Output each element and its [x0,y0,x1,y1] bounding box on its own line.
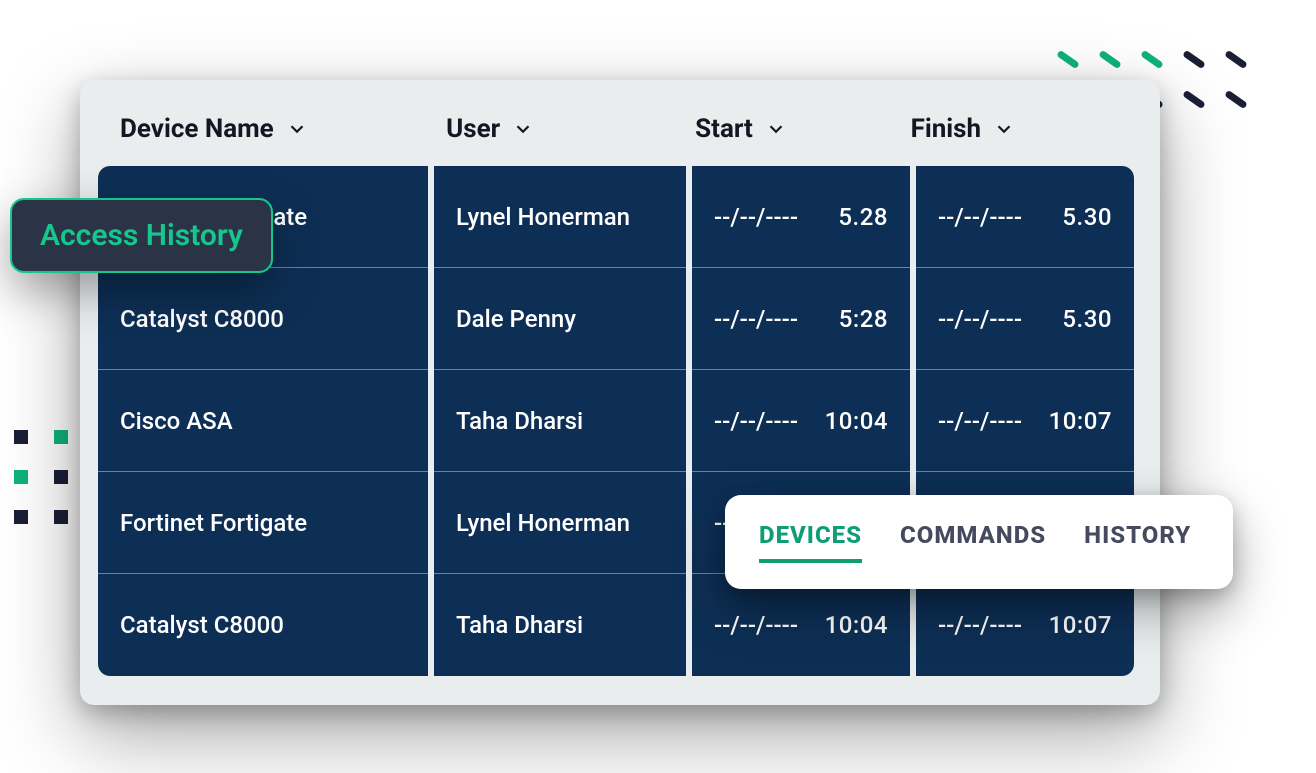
cell-time: 5:28 [839,305,888,333]
access-history-panel: Device Name User Start Finish Fo [80,80,1160,705]
cell-text: Taha Dharsi [456,407,583,435]
cell-finish: --/--/---- 10:07 [916,370,1134,472]
table-row[interactable]: Cisco ASA Taha Dharsi --/--/---- 10:04 --… [98,370,1142,472]
column-header-label: Start [695,114,753,144]
tabs-card: DEVICES COMMANDS HISTORY [725,495,1233,589]
cell-text: Catalyst C8000 [120,305,284,333]
column-header-label: Finish [911,114,982,144]
cell-text: Catalyst C8000 [120,611,284,639]
cell-start: --/--/---- 5:28 [692,268,910,370]
table-row[interactable]: Catalyst C8000 Taha Dharsi --/--/---- 10:… [98,574,1142,676]
tab-history[interactable]: HISTORY [1084,521,1191,563]
column-header-finish[interactable]: Finish [911,114,1126,144]
cell-text: Cisco ASA [120,407,233,435]
cell-date: --/--/---- [938,407,1022,435]
cell-start: --/--/---- 5.28 [692,166,910,268]
tab-commands[interactable]: COMMANDS [900,521,1046,563]
cell-time: 10:04 [825,611,888,639]
cell-time: 10:04 [825,407,888,435]
tab-label: DEVICES [759,521,862,549]
chevron-down-icon [512,118,534,140]
cell-device: Fortinet Fortigate [98,472,428,574]
cell-finish: --/--/---- 10:07 [916,574,1134,676]
table-row[interactable]: Catalyst C8000 Dale Penny --/--/---- 5:28… [98,268,1142,370]
cell-time: 10:07 [1049,611,1112,639]
column-header-label: User [446,114,500,144]
cell-device: Catalyst C8000 [98,574,428,676]
cell-time: 5.28 [838,203,888,231]
cell-start: --/--/---- 10:04 [692,574,910,676]
column-header-device[interactable]: Device Name [120,114,446,144]
chevron-down-icon [286,118,308,140]
cell-finish: --/--/---- 5.30 [916,166,1134,268]
tag-label: Access History [40,218,243,253]
access-history-tag: Access History [10,198,273,273]
tab-label: HISTORY [1084,521,1191,549]
table-header-row: Device Name User Start Finish [98,98,1142,160]
cell-text: Dale Penny [456,305,576,333]
cell-user: Lynel Honerman [434,472,686,574]
cell-date: --/--/---- [938,203,1022,231]
cell-date: --/--/---- [938,611,1022,639]
cell-device: Cisco ASA [98,370,428,472]
tab-devices[interactable]: DEVICES [759,521,862,563]
cell-date: --/--/---- [938,305,1022,333]
column-header-start[interactable]: Start [695,114,910,144]
cell-finish: --/--/---- 5.30 [916,268,1134,370]
cell-text: Taha Dharsi [456,611,583,639]
cell-date: --/--/---- [714,305,798,333]
cell-start: --/--/---- 10:04 [692,370,910,472]
cell-user: Dale Penny [434,268,686,370]
cell-date: --/--/---- [714,407,798,435]
chevron-down-icon [765,118,787,140]
cell-user: Taha Dharsi [434,574,686,676]
column-header-user[interactable]: User [446,114,695,144]
column-header-label: Device Name [120,114,274,144]
chevron-down-icon [993,118,1015,140]
cell-time: 5.30 [1062,305,1112,333]
cell-text: Fortinet Fortigate [120,509,307,537]
cell-date: --/--/---- [714,203,798,231]
cell-text: Lynel Honerman [456,509,630,537]
cell-time: 10:07 [1049,407,1112,435]
cell-date: --/--/---- [714,611,798,639]
cell-time: 5.30 [1062,203,1112,231]
tab-label: COMMANDS [900,521,1046,549]
cell-text: Lynel Honerman [456,203,630,231]
cell-user: Taha Dharsi [434,370,686,472]
cell-user: Lynel Honerman [434,166,686,268]
cell-device: Catalyst C8000 [98,268,428,370]
